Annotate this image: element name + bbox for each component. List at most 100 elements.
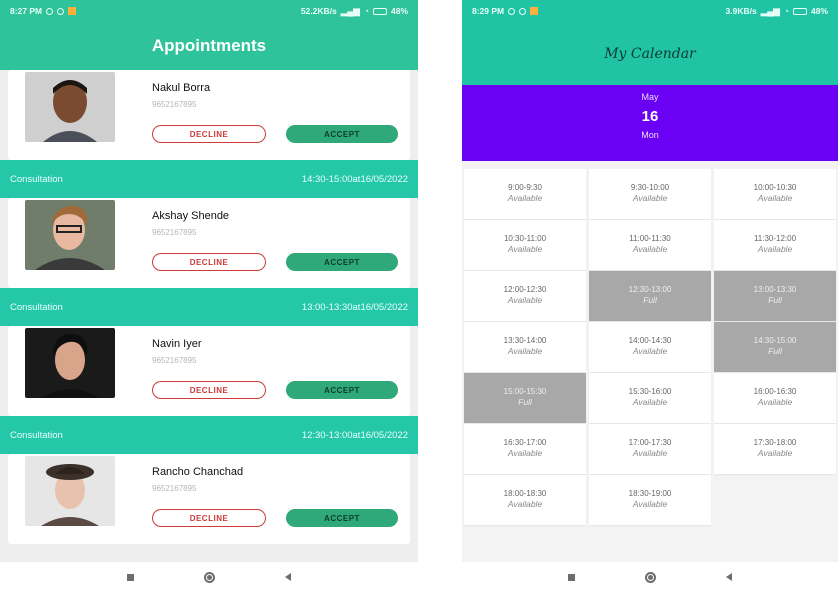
appointment-banner: Consultation 14:30-15:00at16/05/2022: [0, 160, 418, 198]
time-slot[interactable]: 12:30-13:00 Full: [589, 271, 711, 321]
battery-level: 48%: [810, 6, 828, 16]
patient-phone: 9652167895: [152, 356, 197, 365]
slot-status: Available: [507, 346, 543, 356]
app-notification-icon: [68, 7, 77, 15]
home-icon[interactable]: [204, 571, 215, 583]
time-slot[interactable]: 16:30-17:00 Available: [464, 424, 586, 474]
appointment-type: Consultation: [10, 301, 63, 313]
appointment-time: 13:00-13:30at16/05/2022: [301, 301, 408, 313]
time-slot[interactable]: 16:00-16:30 Available: [714, 373, 836, 423]
battery-level: 48%: [390, 6, 408, 16]
patient-phone: 9652167895: [152, 100, 197, 109]
accept-button[interactable]: ACCEPT: [286, 381, 398, 399]
time-slot[interactable]: 17:30-18:00 Available: [714, 424, 836, 474]
slot-status: Available: [507, 193, 543, 203]
back-icon[interactable]: [285, 573, 291, 581]
time-slot[interactable]: 10:00-10:30 Available: [714, 169, 836, 219]
system-nav-bar: [0, 562, 418, 592]
time-slot[interactable]: 12:00-12:30 Available: [464, 271, 586, 321]
back-icon[interactable]: [726, 573, 732, 581]
time-slot[interactable]: 9:00-9:30 Available: [464, 169, 586, 219]
battery-icon: [372, 7, 387, 15]
notification-icon: [519, 7, 527, 15]
accept-button[interactable]: ACCEPT: [286, 125, 398, 143]
signal-icon: ▂▄▆: [340, 5, 360, 16]
slot-time: 13:00-13:30: [753, 285, 797, 294]
time-slot[interactable]: 13:00-13:30 Full: [714, 271, 836, 321]
decline-button[interactable]: DECLINE: [152, 381, 266, 399]
slot-status: Available: [757, 397, 793, 407]
decline-button[interactable]: DECLINE: [152, 509, 266, 527]
avatar: [25, 328, 115, 398]
avatar-photo: [25, 328, 115, 398]
time-slot[interactable]: 10:30-11:00 Available: [464, 220, 586, 270]
page-title: My Calendar: [462, 22, 838, 85]
slot-time: 11:30-12:00: [753, 234, 797, 243]
patient-name: Nakul Borra: [152, 82, 211, 94]
patient-name: Rancho Chanchad: [152, 466, 244, 478]
slot-status: Available: [757, 448, 793, 458]
appointment-list[interactable]: Nakul Borra 9652167895 DECLINE ACCEPT Co…: [0, 70, 418, 570]
patient-name: Akshay Shende: [152, 210, 230, 222]
date-weekday: Mon: [641, 130, 659, 140]
slot-time: 12:30-13:00: [628, 285, 672, 294]
slot-time: 14:30-15:00: [753, 336, 797, 345]
slot-status: Available: [507, 295, 543, 305]
slot-time: 13:30-14:00: [503, 336, 547, 345]
status-bar: 8:29 PM 3.9KB/s ▂▄▆ ◔ 48%: [462, 0, 838, 22]
accept-button[interactable]: ACCEPT: [286, 509, 398, 527]
time-slot[interactable]: 14:00-14:30 Available: [589, 322, 711, 372]
slot-status: Available: [632, 244, 668, 254]
accept-button[interactable]: ACCEPT: [286, 253, 398, 271]
time-slot[interactable]: 11:00-11:30 Available: [589, 220, 711, 270]
selected-date[interactable]: May 16 Mon: [462, 85, 838, 161]
appointment-card: Navin Iyer 9652167895 DECLINE ACCEPT: [8, 326, 410, 416]
slot-time: 12:00-12:30: [503, 285, 547, 294]
recents-icon[interactable]: [568, 573, 575, 581]
time-slot[interactable]: 18:00-18:30 Available: [464, 475, 586, 525]
decline-button[interactable]: DECLINE: [152, 253, 266, 271]
time-slot[interactable]: 15:00-15:30 Full: [464, 373, 586, 423]
appointment-card: Rancho Chanchad 9652167895 DECLINE ACCEP…: [8, 454, 410, 544]
avatar-photo: [25, 456, 115, 526]
appointment-card: Akshay Shende 9652167895 DECLINE ACCEPT: [8, 198, 410, 288]
battery-icon: [792, 7, 807, 15]
slot-time: 14:00-14:30: [628, 336, 672, 345]
network-speed: 3.9KB/s: [725, 6, 757, 16]
time-slot[interactable]: 17:00-17:30 Available: [589, 424, 711, 474]
status-time: 8:27 PM: [10, 6, 43, 16]
patient-phone: 9652167895: [152, 228, 197, 237]
slot-time: 10:30-11:00: [503, 234, 547, 243]
status-time: 8:29 PM: [472, 6, 505, 16]
home-icon[interactable]: [645, 571, 656, 583]
appointment-banner: Consultation 13:00-13:30at16/05/2022: [0, 288, 418, 326]
slot-status: Full: [768, 295, 782, 305]
status-bar: 8:27 PM 52.2KB/s ▂▄▆ ◔ 48%: [0, 0, 418, 22]
notification-icon: [46, 7, 54, 15]
time-slot[interactable]: 9:30-10:00 Available: [589, 169, 711, 219]
recents-icon[interactable]: [127, 573, 134, 581]
decline-button[interactable]: DECLINE: [152, 125, 266, 143]
date-day: 16: [641, 108, 659, 125]
appointment-banner: Consultation 12:30-13:00at16/05/2022: [0, 416, 418, 454]
slot-status: Available: [507, 448, 543, 458]
time-slot[interactable]: 18:30-19:00 Available: [589, 475, 711, 525]
avatar: [25, 200, 115, 270]
appointment-card: Nakul Borra 9652167895 DECLINE ACCEPT: [8, 70, 410, 160]
slot-time: 16:30-17:00: [503, 438, 547, 447]
slot-status: Available: [632, 193, 668, 203]
slot-status: Available: [507, 499, 543, 509]
page-title: Appointments: [0, 22, 418, 70]
slot-time: 11:00-11:30: [629, 234, 671, 243]
slot-status: Available: [507, 244, 543, 254]
appointment-time: 14:30-15:00at16/05/2022: [301, 173, 408, 185]
slot-time: 10:00-10:30: [753, 183, 797, 192]
time-slot[interactable]: 13:30-14:00 Available: [464, 322, 586, 372]
slot-status: Available: [757, 244, 793, 254]
time-slot[interactable]: 11:30-12:00 Available: [714, 220, 836, 270]
appointment-type: Consultation: [10, 173, 63, 185]
system-nav-bar: [462, 562, 838, 592]
time-slot[interactable]: 15:30-16:00 Available: [589, 373, 711, 423]
patient-name: Navin Iyer: [152, 338, 202, 350]
time-slot[interactable]: 14:30-15:00 Full: [714, 322, 836, 372]
